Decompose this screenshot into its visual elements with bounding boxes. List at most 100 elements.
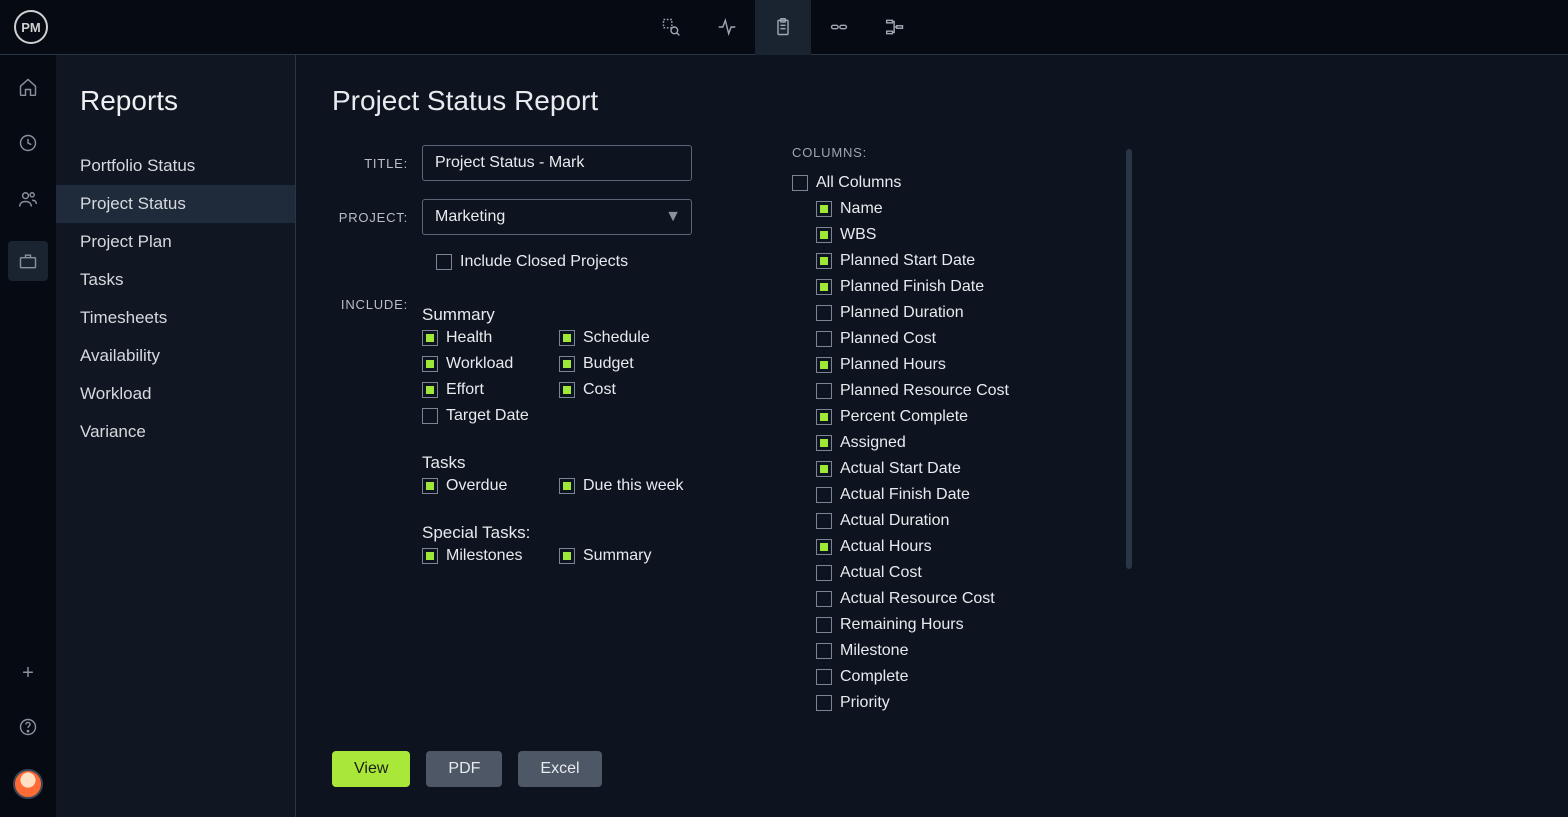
- columns-remaining-hours[interactable]: Remaining Hours: [792, 616, 1102, 634]
- include-summary-target-date[interactable]: Target Date: [422, 407, 555, 425]
- include-summary-budget-box[interactable]: [559, 356, 575, 372]
- home-icon[interactable]: [14, 73, 42, 101]
- report-link-workload[interactable]: Workload: [56, 375, 295, 413]
- report-link-timesheets[interactable]: Timesheets: [56, 299, 295, 337]
- include-closed-checkbox[interactable]: Include Closed Projects: [436, 253, 628, 271]
- report-link-project-plan[interactable]: Project Plan: [56, 223, 295, 261]
- include-summary-effort[interactable]: Effort: [422, 381, 555, 399]
- columns-milestone[interactable]: Milestone: [792, 642, 1102, 660]
- columns-name[interactable]: Name: [792, 200, 1102, 218]
- help-icon[interactable]: [14, 713, 42, 741]
- columns-milestone-label: Milestone: [840, 642, 908, 660]
- briefcase-icon[interactable]: [8, 241, 48, 281]
- columns-actual-resource-cost-box[interactable]: [816, 591, 832, 607]
- excel-button[interactable]: Excel: [518, 751, 601, 787]
- columns-actual-hours-label: Actual Hours: [840, 538, 932, 556]
- include-tasks-due-this-week-box[interactable]: [559, 478, 575, 494]
- project-select[interactable]: Marketing ▼: [422, 199, 692, 235]
- people-icon[interactable]: [14, 185, 42, 213]
- columns-actual-cost[interactable]: Actual Cost: [792, 564, 1102, 582]
- pdf-button[interactable]: PDF: [426, 751, 502, 787]
- columns-wbs[interactable]: WBS: [792, 226, 1102, 244]
- columns-milestone-box[interactable]: [816, 643, 832, 659]
- columns-actual-start-date-box[interactable]: [816, 461, 832, 477]
- logo[interactable]: PM: [14, 10, 48, 44]
- include-special-summary[interactable]: Summary: [559, 547, 692, 565]
- columns-all-box[interactable]: [792, 175, 808, 191]
- columns-planned-cost-box[interactable]: [816, 331, 832, 347]
- columns-wbs-box[interactable]: [816, 227, 832, 243]
- columns-complete-box[interactable]: [816, 669, 832, 685]
- columns-planned-hours[interactable]: Planned Hours: [792, 356, 1102, 374]
- scrollbar[interactable]: [1126, 149, 1132, 569]
- title-input[interactable]: [422, 145, 692, 181]
- columns-actual-finish-date[interactable]: Actual Finish Date: [792, 486, 1102, 504]
- columns-actual-finish-date-label: Actual Finish Date: [840, 486, 970, 504]
- columns-planned-cost[interactable]: Planned Cost: [792, 330, 1102, 348]
- report-link-portfolio-status[interactable]: Portfolio Status: [56, 147, 295, 185]
- include-summary-cost[interactable]: Cost: [559, 381, 692, 399]
- include-tasks-overdue-box[interactable]: [422, 478, 438, 494]
- columns-planned-start-date[interactable]: Planned Start Date: [792, 252, 1102, 270]
- include-summary-cost-label: Cost: [583, 381, 616, 399]
- columns-actual-duration-box[interactable]: [816, 513, 832, 529]
- report-link-availability[interactable]: Availability: [56, 337, 295, 375]
- columns-actual-finish-date-box[interactable]: [816, 487, 832, 503]
- columns-priority[interactable]: Priority: [792, 694, 1102, 712]
- avatar[interactable]: [13, 769, 43, 799]
- include-summary-schedule-box[interactable]: [559, 330, 575, 346]
- columns-planned-resource-cost-box[interactable]: [816, 383, 832, 399]
- flow-icon[interactable]: [867, 0, 923, 55]
- columns-percent-complete-box[interactable]: [816, 409, 832, 425]
- view-button[interactable]: View: [332, 751, 410, 787]
- columns-assigned[interactable]: Assigned: [792, 434, 1102, 452]
- columns-name-box[interactable]: [816, 201, 832, 217]
- include-summary-health[interactable]: Health: [422, 329, 555, 347]
- activity-icon[interactable]: [699, 0, 755, 55]
- columns-planned-duration[interactable]: Planned Duration: [792, 304, 1102, 322]
- columns-all[interactable]: All Columns: [792, 174, 1102, 192]
- include-summary-schedule[interactable]: Schedule: [559, 329, 692, 347]
- columns-priority-box[interactable]: [816, 695, 832, 711]
- columns-planned-finish-date[interactable]: Planned Finish Date: [792, 278, 1102, 296]
- clock-icon[interactable]: [14, 129, 42, 157]
- columns-remaining-hours-box[interactable]: [816, 617, 832, 633]
- include-summary-target-date-box[interactable]: [422, 408, 438, 424]
- include-tasks-overdue[interactable]: Overdue: [422, 477, 555, 495]
- columns-actual-hours-box[interactable]: [816, 539, 832, 555]
- report-link-project-status[interactable]: Project Status: [56, 185, 295, 223]
- include-summary-cost-box[interactable]: [559, 382, 575, 398]
- columns-actual-cost-box[interactable]: [816, 565, 832, 581]
- report-link-tasks[interactable]: Tasks: [56, 261, 295, 299]
- columns-percent-complete[interactable]: Percent Complete: [792, 408, 1102, 426]
- include-special-milestones[interactable]: Milestones: [422, 547, 555, 565]
- include-closed-label: Include Closed Projects: [460, 253, 628, 271]
- columns-planned-start-date-box[interactable]: [816, 253, 832, 269]
- clipboard-icon[interactable]: [755, 0, 811, 55]
- columns-planned-duration-box[interactable]: [816, 305, 832, 321]
- columns-planned-hours-box[interactable]: [816, 357, 832, 373]
- include-summary-workload-box[interactable]: [422, 356, 438, 372]
- report-link-variance[interactable]: Variance: [56, 413, 295, 451]
- columns-planned-finish-date-box[interactable]: [816, 279, 832, 295]
- add-icon[interactable]: +: [22, 662, 34, 685]
- columns-actual-start-date[interactable]: Actual Start Date: [792, 460, 1102, 478]
- summary-heading: Summary: [422, 305, 692, 325]
- include-special-milestones-box[interactable]: [422, 548, 438, 564]
- include-special-summary-box[interactable]: [559, 548, 575, 564]
- include-summary-effort-box[interactable]: [422, 382, 438, 398]
- columns-complete[interactable]: Complete: [792, 668, 1102, 686]
- include-summary-budget[interactable]: Budget: [559, 355, 692, 373]
- columns-actual-resource-cost[interactable]: Actual Resource Cost: [792, 590, 1102, 608]
- columns-planned-resource-cost[interactable]: Planned Resource Cost: [792, 382, 1102, 400]
- include-summary-workload[interactable]: Workload: [422, 355, 555, 373]
- include-tasks-due-this-week[interactable]: Due this week: [559, 477, 692, 495]
- columns-assigned-box[interactable]: [816, 435, 832, 451]
- columns-complete-label: Complete: [840, 668, 908, 686]
- project-label: PROJECT:: [332, 210, 422, 225]
- columns-actual-hours[interactable]: Actual Hours: [792, 538, 1102, 556]
- overview-icon[interactable]: [643, 0, 699, 55]
- include-summary-health-box[interactable]: [422, 330, 438, 346]
- link-icon[interactable]: [811, 0, 867, 55]
- columns-actual-duration[interactable]: Actual Duration: [792, 512, 1102, 530]
